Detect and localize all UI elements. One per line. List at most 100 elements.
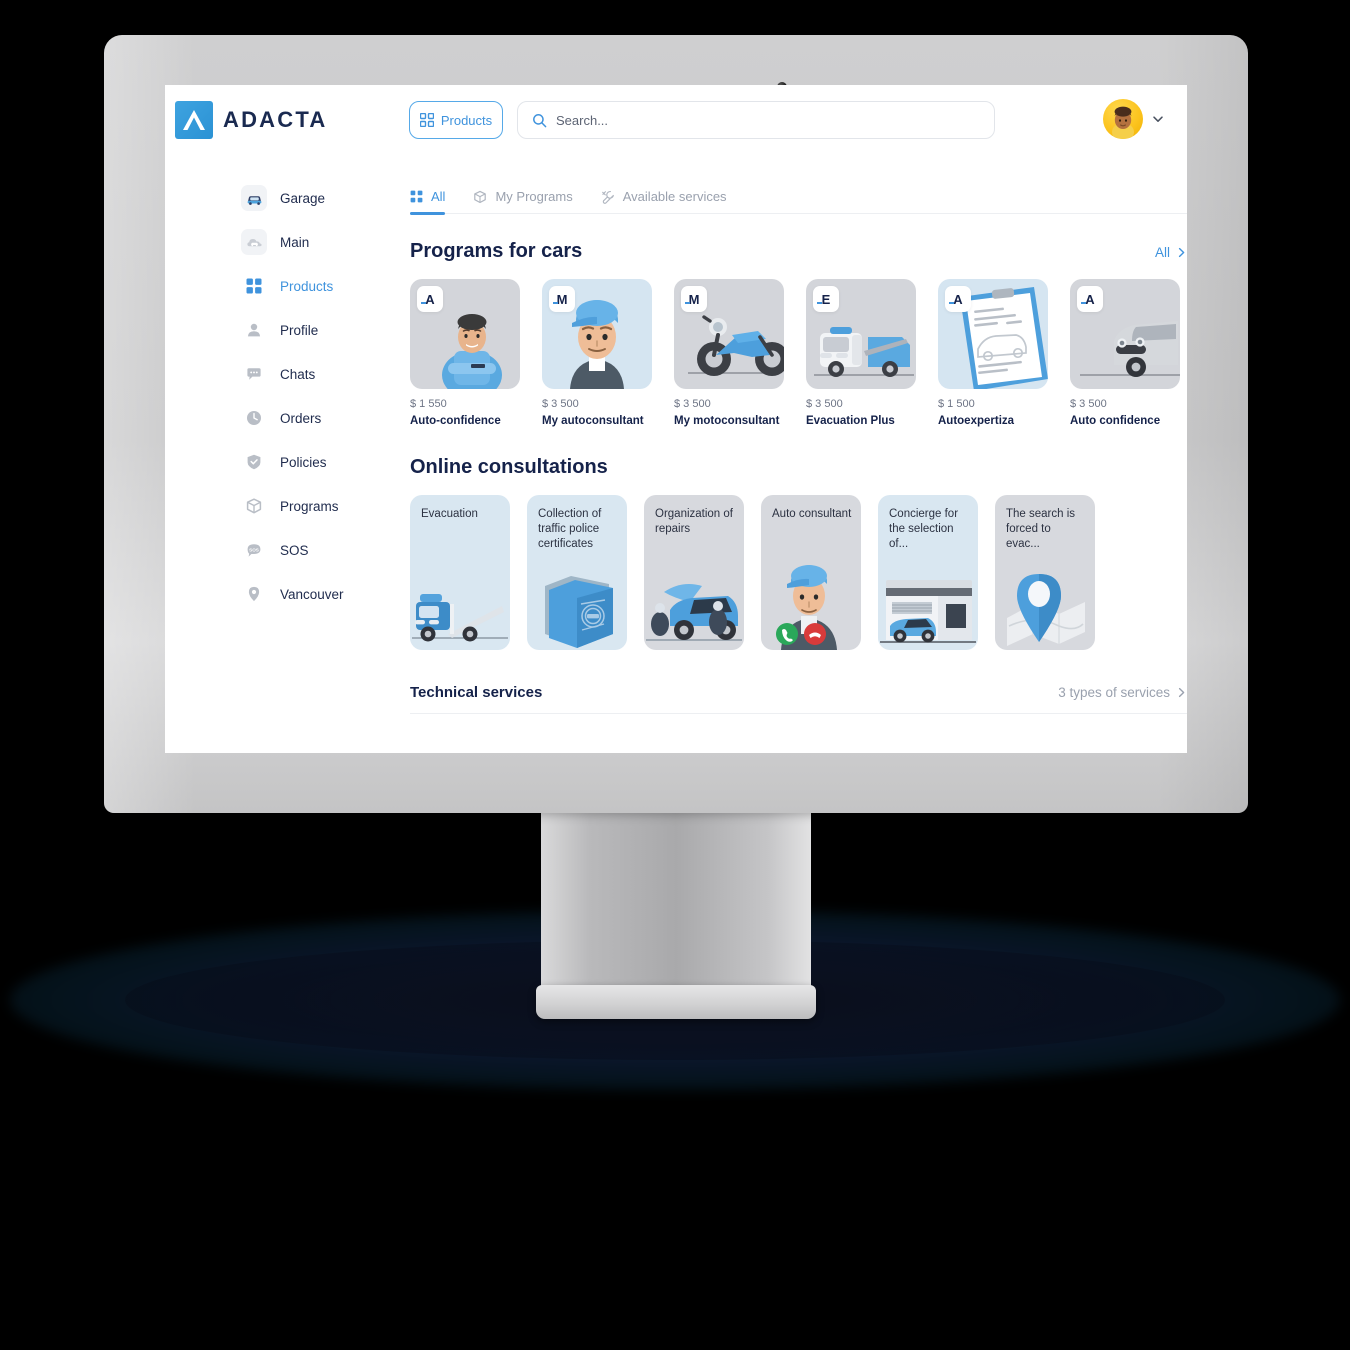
consultations-card-row: Evacuation Collection of traffic police … bbox=[410, 494, 1187, 650]
sidebar-item-label: Policies bbox=[280, 454, 327, 470]
program-card[interactable]: A bbox=[938, 279, 1048, 430]
program-name: Auto confidence bbox=[1070, 415, 1161, 427]
tab-all[interactable]: All bbox=[410, 180, 446, 215]
sidebar-item-vancouver[interactable]: Vancouver bbox=[241, 576, 431, 612]
programs-all-link[interactable]: All bbox=[1155, 245, 1187, 260]
technical-services-link[interactable]: 3 types of services bbox=[1058, 685, 1187, 700]
products-button[interactable]: Products bbox=[409, 101, 503, 139]
program-thumbnail: M bbox=[542, 279, 652, 389]
program-thumbnail: A bbox=[410, 279, 520, 389]
tab-available-services[interactable]: Available services bbox=[601, 180, 727, 214]
box-icon bbox=[241, 493, 267, 519]
program-thumbnail: A bbox=[938, 279, 1048, 389]
program-name: My autoconsultant bbox=[542, 415, 644, 427]
sidebar-item-label: Orders bbox=[280, 410, 322, 426]
car-repair-art bbox=[646, 583, 742, 641]
sidebar-item-label: Programs bbox=[280, 498, 339, 514]
sidebar-item-chats[interactable]: Chats bbox=[241, 356, 431, 392]
grid-icon bbox=[419, 113, 434, 127]
sidebar-item-profile[interactable]: Profile bbox=[241, 312, 431, 348]
program-price: $ 3 500 bbox=[1070, 398, 1107, 410]
technical-services-count: 3 types of services bbox=[1058, 684, 1170, 700]
tab-label: My Programs bbox=[495, 189, 573, 204]
consultation-title: Collection of traffic police certificate… bbox=[538, 507, 602, 551]
consultation-card[interactable]: Organization of repairs bbox=[644, 494, 744, 650]
clock-icon bbox=[241, 405, 267, 431]
blue-folder-art bbox=[545, 575, 613, 648]
program-thumbnail: A bbox=[1070, 279, 1180, 389]
chevron-right-icon bbox=[1178, 687, 1185, 697]
sidebar: Garage Main Products Profile Chats Order… bbox=[241, 180, 431, 620]
program-card[interactable]: A $ 3 500 Auto confidence bbox=[1070, 279, 1180, 430]
location-pin-icon bbox=[241, 581, 267, 607]
blue-tow-truck-art bbox=[412, 593, 508, 642]
consultation-card[interactable]: Evacuation bbox=[410, 494, 510, 650]
program-badge: M bbox=[549, 286, 575, 312]
avatar bbox=[1103, 99, 1143, 139]
screen: ADACTA Products Search... Garage Main Pr… bbox=[165, 85, 1187, 753]
programs-section-header: Programs for cars All bbox=[410, 240, 1187, 263]
sidebar-item-label: Profile bbox=[280, 322, 319, 338]
sos-icon: SOS bbox=[241, 537, 267, 563]
scene: ADACTA Products Search... Garage Main Pr… bbox=[0, 0, 1350, 1350]
svg-text:SOS: SOS bbox=[249, 547, 259, 552]
sidebar-item-policies[interactable]: Policies bbox=[241, 444, 431, 480]
programs-all-label: All bbox=[1154, 245, 1170, 260]
grid-icon bbox=[410, 190, 423, 203]
program-price: $ 3 500 bbox=[542, 398, 579, 410]
brand-name: ADACTA bbox=[223, 107, 328, 132]
sidebar-item-programs[interactable]: Programs bbox=[241, 488, 431, 524]
program-price: $ 3 500 bbox=[806, 398, 843, 410]
sidebar-item-label: Chats bbox=[280, 366, 316, 382]
box-icon bbox=[474, 190, 487, 203]
consultation-card[interactable]: Collection of traffic police certificate… bbox=[527, 494, 627, 650]
account-menu[interactable] bbox=[1103, 99, 1165, 139]
program-price: $ 1 550 bbox=[410, 398, 447, 410]
program-price: $ 3 500 bbox=[674, 398, 711, 410]
sidebar-item-label: Main bbox=[280, 234, 310, 250]
program-card[interactable]: A bbox=[410, 279, 520, 430]
consultation-card[interactable]: Auto consultant bbox=[761, 494, 861, 650]
sidebar-item-main[interactable]: Main bbox=[241, 224, 431, 260]
person-icon bbox=[241, 317, 267, 343]
sidebar-item-label: Products bbox=[280, 278, 334, 294]
program-card[interactable]: M bbox=[674, 279, 784, 430]
chevron-right-icon bbox=[1178, 247, 1185, 258]
program-thumbnail: E bbox=[806, 279, 916, 389]
sidebar-item-products[interactable]: Products bbox=[241, 268, 431, 304]
top-bar: ADACTA Products Search... bbox=[165, 85, 1187, 155]
map-pin-art bbox=[1007, 573, 1085, 646]
program-card[interactable]: E $ 3 500 Evacuation Plus bbox=[806, 279, 916, 430]
program-card[interactable]: M bbox=[542, 279, 652, 430]
brand-logo[interactable]: ADACTA bbox=[175, 101, 327, 139]
sidebar-item-orders[interactable]: Orders bbox=[241, 400, 431, 436]
section-title: Technical services bbox=[410, 683, 543, 701]
search-input[interactable]: Search... bbox=[517, 101, 995, 139]
search-icon bbox=[533, 113, 547, 127]
program-name: Auto-confidence bbox=[410, 415, 501, 427]
consultation-card[interactable]: The search is forced to evac... bbox=[995, 494, 1095, 650]
program-badge: A bbox=[1077, 286, 1103, 312]
program-badge: M bbox=[681, 286, 707, 312]
sidebar-item-garage[interactable]: Garage bbox=[241, 180, 431, 216]
section-title: Online consultations bbox=[410, 455, 608, 478]
sidebar-item-label: Garage bbox=[280, 190, 326, 206]
consultation-title: Auto consultant bbox=[772, 507, 852, 520]
program-badge: A bbox=[945, 286, 971, 312]
consultation-card[interactable]: Concierge for the selection of... bbox=[878, 494, 978, 650]
monitor-stand-base bbox=[536, 985, 816, 1019]
program-name: My motoconsultant bbox=[674, 415, 780, 427]
sidebar-item-sos[interactable]: SOS SOS bbox=[241, 532, 431, 568]
consultant-call-art bbox=[776, 564, 837, 650]
consultation-title: Organization of repairs bbox=[655, 507, 733, 535]
search-placeholder: Search... bbox=[556, 112, 609, 128]
technical-services-header[interactable]: Technical services 3 types of services bbox=[410, 684, 1187, 714]
dealership-art bbox=[880, 579, 976, 643]
section-title: Programs for cars bbox=[410, 240, 583, 262]
consultations-section-header: Online consultations bbox=[410, 456, 1187, 479]
consultation-title: The search is forced to evac... bbox=[1006, 507, 1076, 551]
products-button-label: Products bbox=[440, 112, 493, 128]
chat-icon bbox=[241, 361, 267, 387]
tab-my-programs[interactable]: My Programs bbox=[473, 180, 573, 214]
program-thumbnail: M bbox=[674, 279, 784, 389]
